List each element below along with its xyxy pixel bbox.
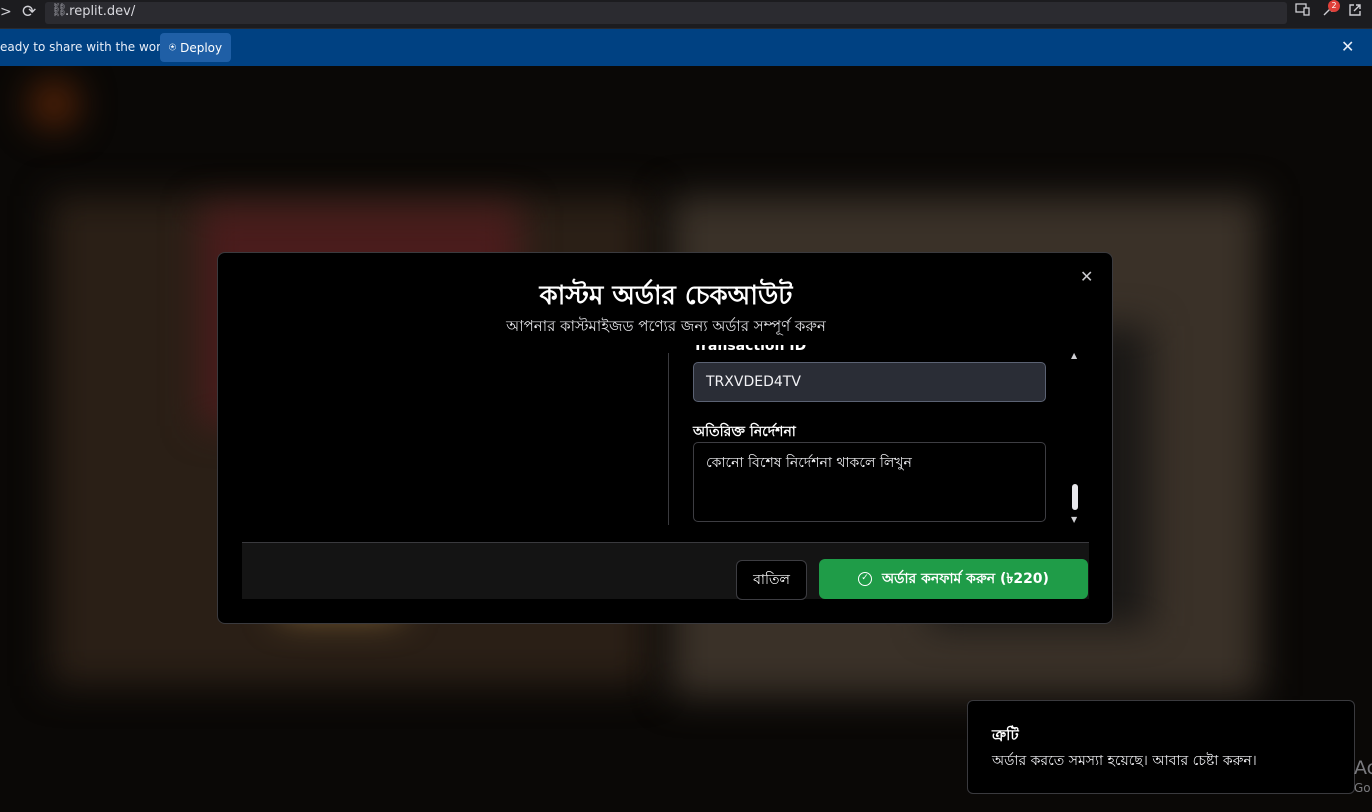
check-circle-icon: ✓ (858, 572, 873, 586)
transaction-id-input[interactable]: TRXVDED4TV (693, 362, 1046, 402)
open-external-icon[interactable] (1348, 3, 1362, 21)
scroll-thumb[interactable] (1072, 484, 1078, 510)
checkout-modal: ✕ কাস্টম অর্ডার চেকআউট আপনার কাস্টমাইজড … (217, 252, 1113, 624)
forward-icon[interactable]: > (0, 4, 12, 20)
scroll-up-icon[interactable]: ▲ (1071, 351, 1077, 360)
windows-activation-hint-sub: Go (1354, 781, 1371, 795)
notification-badge: 2 (1328, 0, 1340, 12)
notes-label: অতিরিক্ত নির্দেশনা (693, 424, 796, 440)
blurred-logo (30, 80, 78, 128)
error-toast: ত্রুটি অর্ডার করতে সমস্যা হয়েছে। আবার চ… (967, 700, 1355, 794)
notes-textarea[interactable]: কোনো বিশেষ নির্দেশনা থাকলে লিখুন (693, 442, 1046, 522)
column-divider (668, 353, 669, 525)
cancel-button[interactable]: বাতিল (736, 560, 807, 600)
banner-text: eady to share with the world? (0, 40, 179, 54)
devices-icon[interactable] (1295, 3, 1310, 20)
toast-title: ত্রুটি (992, 726, 1019, 744)
modal-footer: বাতিল ✓ অর্ডার কনফার্ম করুন (৳220) (242, 543, 1089, 600)
close-banner-icon[interactable]: ✕ (1341, 37, 1354, 56)
url-text[interactable]: .replit.dev/ (65, 4, 135, 19)
scroll-down-icon[interactable]: ▼ (1071, 515, 1077, 524)
transaction-id-label: Transaction ID (693, 345, 807, 354)
modal-scrollbar[interactable]: ▲ ▼ (1070, 351, 1080, 527)
toast-message: অর্ডার করতে সমস্যা হয়েছে। আবার চেষ্টা ক… (992, 753, 1257, 769)
deploy-banner: eady to share with the world? ⍟ Deploy ✕ (0, 29, 1372, 66)
deploy-button[interactable]: ⍟ Deploy (160, 33, 231, 62)
browser-toolbar: > ⟳ ⛓ .replit.dev/ 2 (0, 0, 1372, 29)
deploy-label: Deploy (180, 40, 223, 55)
reload-icon[interactable]: ⟳ (22, 2, 36, 22)
confirm-order-label: অর্ডার কনফার্ম করুন (৳220) (882, 571, 1049, 587)
transaction-id-label-clip: Transaction ID (693, 345, 1023, 359)
modal-subtitle: আপনার কাস্টমাইজড পণ্যের জন্য অর্ডার সম্প… (506, 317, 826, 335)
deploy-icon: ⍟ (168, 40, 177, 54)
address-bar[interactable]: ⛓ .replit.dev/ (45, 2, 1287, 24)
windows-activation-hint: Ac (1354, 757, 1372, 779)
confirm-order-button[interactable]: ✓ অর্ডার কনফার্ম করুন (৳220) (819, 559, 1088, 599)
modal-title: কাস্টম অর্ডার চেকআউট (539, 281, 793, 311)
